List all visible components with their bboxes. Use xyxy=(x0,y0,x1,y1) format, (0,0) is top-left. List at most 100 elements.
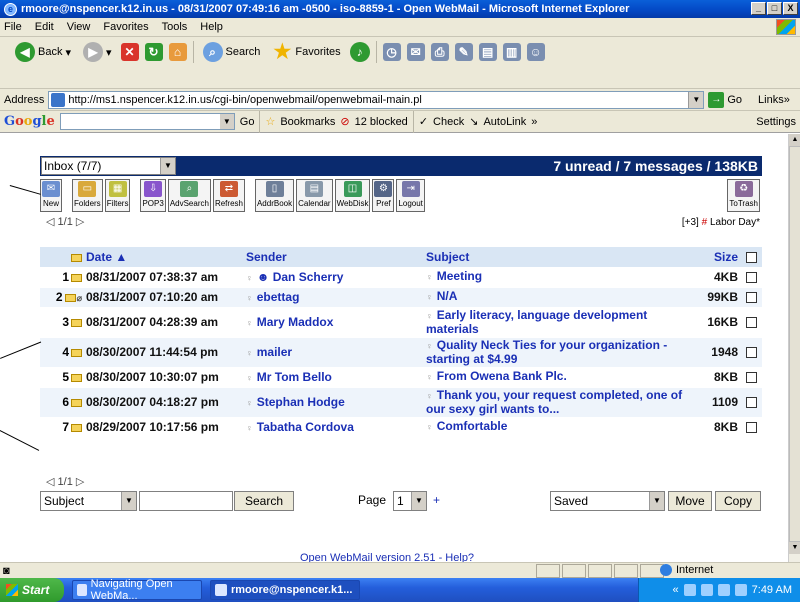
search-button[interactable]: ⌕ Search xyxy=(200,40,264,64)
message-checkbox[interactable] xyxy=(740,387,762,418)
back-button[interactable]: ◀ Back ▾ xyxy=(12,40,74,64)
menu-view[interactable]: View xyxy=(67,21,91,33)
menu-help[interactable]: Help xyxy=(200,21,223,33)
print-icon[interactable]: ⎙ xyxy=(430,43,449,61)
table-row[interactable]: 7 08/29/2007 10:17:56 pm ♀ Tabatha Cordov… xyxy=(40,417,762,438)
forward-button[interactable]: ▶ ▾ xyxy=(80,40,115,64)
message-subject[interactable]: Early literacy, language development mat… xyxy=(426,308,647,336)
bookmarks-button[interactable]: Bookmarks xyxy=(280,116,335,128)
google-logo[interactable]: Google xyxy=(4,114,55,129)
message-subject[interactable]: Meeting xyxy=(437,269,482,283)
history-icon[interactable]: ◷ xyxy=(382,43,401,61)
next-page-icon[interactable]: ▷ xyxy=(76,476,84,488)
table-row[interactable]: 2 ⌀ 08/31/2007 07:10:20 am ♀ ebettag ♀ N/A … xyxy=(40,287,762,308)
message-subject-cell[interactable]: ♀ From Owena Bank Plc. xyxy=(424,367,700,388)
message-subject-cell[interactable]: ♀ Thank you, your request completed, one … xyxy=(424,387,700,418)
table-row[interactable]: 1 08/31/2007 07:38:37 am ♀ ☻ Dan Scherry … xyxy=(40,267,762,288)
chevron-down-icon[interactable]: ▼ xyxy=(121,492,136,510)
scroll-up-icon[interactable]: ▲ xyxy=(789,134,800,146)
tray-icon[interactable] xyxy=(734,584,747,596)
message-subject[interactable]: From Owena Bank Plc. xyxy=(437,369,567,383)
settings-button[interactable]: Settings xyxy=(756,116,796,128)
taskbar-item-word[interactable]: Navigating Open WebMa... xyxy=(72,578,202,602)
advsearch-button[interactable]: ⌕ AdvSearch xyxy=(167,179,211,212)
menu-file[interactable]: File xyxy=(4,21,22,33)
chevron-down-icon[interactable]: ▼ xyxy=(160,158,175,174)
chevron-right-icon[interactable]: » xyxy=(784,94,790,106)
message-sender-cell[interactable]: ♀ Mary Maddox xyxy=(244,307,424,338)
message-sender[interactable]: mailer xyxy=(257,345,292,359)
date-column-header[interactable]: Date ▲ xyxy=(84,247,244,268)
maximize-button[interactable]: □ xyxy=(767,2,782,15)
chevron-down-icon[interactable]: ▼ xyxy=(688,91,704,108)
table-row[interactable]: 5 08/30/2007 10:30:07 pm ♀ Mr Tom Bello ♀… xyxy=(40,367,762,388)
calendar-event[interactable]: [+3] # Labor Day* xyxy=(682,217,760,228)
message-subject[interactable]: Thank you, your request completed, one o… xyxy=(426,388,682,416)
research-icon[interactable]: ▥ xyxy=(502,43,521,61)
message-subject-cell[interactable]: ♀ Comfortable xyxy=(424,417,700,438)
taskbar-item-ie[interactable]: rmoore@nspencer.k1... xyxy=(210,580,360,600)
copy-button[interactable]: Copy xyxy=(715,491,761,511)
links-button[interactable]: Links xyxy=(758,94,784,106)
message-checkbox[interactable] xyxy=(740,337,762,368)
message-checkbox[interactable] xyxy=(740,307,762,338)
table-row[interactable]: 6 08/30/2007 04:18:27 pm ♀ Stephan Hodge … xyxy=(40,387,762,418)
mail-icon[interactable]: ✉ xyxy=(406,43,425,61)
filters-button[interactable]: ▦ Filters xyxy=(104,179,131,212)
folders-button[interactable]: ▭ Folders xyxy=(72,179,103,212)
chevron-down-icon[interactable]: ▼ xyxy=(649,492,664,510)
chevron-right-icon[interactable]: » xyxy=(531,116,537,128)
message-checkbox[interactable] xyxy=(740,417,762,438)
message-subject[interactable]: Comfortable xyxy=(437,419,508,433)
message-checkbox[interactable] xyxy=(740,267,762,288)
google-search-input[interactable]: ▼ xyxy=(59,113,235,130)
message-sender[interactable]: Mary Maddox xyxy=(257,315,334,329)
menu-tools[interactable]: Tools xyxy=(162,21,188,33)
refresh-button[interactable]: ⇄ Refresh xyxy=(212,179,245,212)
message-subject[interactable]: N/A xyxy=(437,289,458,303)
message-subject-cell[interactable]: ♀ N/A xyxy=(424,287,700,308)
table-row[interactable]: 4 08/30/2007 11:44:54 pm ♀ mailer ♀ Qualit… xyxy=(40,337,762,368)
next-page-icon[interactable]: ▷ xyxy=(76,216,84,228)
pop3-button[interactable]: ⇩ POP3 xyxy=(140,179,166,212)
google-go-button[interactable]: Go xyxy=(240,116,255,128)
search-submit-button[interactable]: Search xyxy=(234,491,294,511)
select-all-checkbox[interactable] xyxy=(740,247,762,268)
message-sender[interactable]: Stephan Hodge xyxy=(257,395,345,409)
close-button[interactable]: X xyxy=(783,2,798,15)
move-target-select[interactable]: Saved ▼ xyxy=(550,491,665,511)
sender-column-header[interactable]: Sender xyxy=(244,247,424,268)
pref-button[interactable]: ⚙ Pref xyxy=(372,179,395,212)
vertical-scrollbar[interactable]: ▲ ▼ xyxy=(788,134,800,562)
calendar-button[interactable]: ▤ Calendar xyxy=(296,179,333,212)
popup-blocker-count[interactable]: 12 blocked xyxy=(355,116,408,128)
edit-icon[interactable]: ✎ xyxy=(454,43,473,61)
message-sender[interactable]: ebettag xyxy=(257,290,300,304)
version-footer[interactable]: Open WebMail version 2.51 - Help? xyxy=(300,552,474,562)
tray-icon[interactable] xyxy=(700,584,713,596)
media-icon[interactable]: ♪ xyxy=(349,42,370,62)
message-subject-cell[interactable]: ♀ Quality Neck Ties for your organization… xyxy=(424,337,700,368)
page-plus-link[interactable]: + xyxy=(433,493,440,507)
message-sender[interactable]: Tabatha Cordova xyxy=(257,420,354,434)
messenger-icon[interactable]: ☺ xyxy=(526,43,545,61)
message-subject[interactable]: Quality Neck Ties for your organization … xyxy=(426,338,667,366)
prev-page-icon[interactable]: ◁ xyxy=(46,216,54,228)
search-field-select[interactable]: Subject ▼ xyxy=(40,491,137,511)
message-sender-cell[interactable]: ♀ Stephan Hodge xyxy=(244,387,424,418)
message-sender-cell[interactable]: ♀ Tabatha Cordova xyxy=(244,417,424,438)
minimize-button[interactable]: _ xyxy=(751,2,766,15)
message-subject-cell[interactable]: ♀ Early literacy, language development ma… xyxy=(424,307,700,338)
size-column-header[interactable]: Size xyxy=(700,247,740,268)
check-button[interactable]: Check xyxy=(433,116,464,128)
page-select[interactable]: 1 ▼ xyxy=(393,491,427,511)
home-icon[interactable]: ⌂ xyxy=(168,43,187,61)
message-checkbox[interactable] xyxy=(740,287,762,308)
stop-icon[interactable]: ✕ xyxy=(120,43,139,61)
status-column-header[interactable] xyxy=(40,247,84,268)
webdisk-button[interactable]: ◫ WebDisk xyxy=(334,179,371,212)
folder-select[interactable]: Inbox (7/7) ▼ xyxy=(41,157,176,175)
new-message-button[interactable]: ✉ New xyxy=(40,179,62,212)
address-input[interactable]: http://ms1.nspencer.k12.in.us/cgi-bin/op… xyxy=(48,90,705,109)
go-button[interactable]: → Go xyxy=(708,91,742,108)
